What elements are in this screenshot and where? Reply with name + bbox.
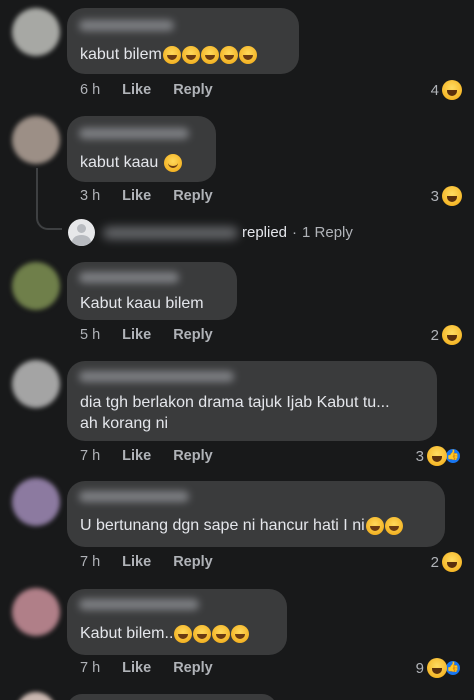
grin-squint-icon	[442, 552, 462, 572]
like-button[interactable]: Like	[122, 82, 151, 98]
commenter-name-blurred[interactable]	[79, 371, 234, 382]
comment-bubble: Kabut bilem..	[67, 589, 287, 655]
reply-button[interactable]: Reply	[173, 327, 213, 343]
comment-bubble: kabut bilem	[67, 8, 299, 74]
reaction-summary[interactable]: 2	[431, 552, 462, 572]
timestamp[interactable]: 5 h	[80, 327, 100, 343]
like-button[interactable]: Like	[122, 327, 151, 343]
reaction-count: 2	[430, 553, 439, 571]
commenter-name-blurred[interactable]	[79, 128, 189, 139]
reply-thread-line	[36, 168, 62, 230]
joy-icon	[238, 45, 257, 64]
replies-link[interactable]: replied · 1 Reply	[68, 219, 353, 246]
smiling-blush-icon	[163, 153, 182, 172]
like-button[interactable]: Like	[122, 660, 151, 676]
commenter-name-blurred[interactable]	[79, 491, 189, 502]
avatar[interactable]	[12, 116, 60, 164]
comment-actions: 5 h Like Reply	[80, 327, 213, 343]
sob-icon	[384, 516, 403, 535]
avatar[interactable]	[12, 478, 60, 526]
commenter-name-blurred[interactable]	[79, 599, 199, 610]
reaction-summary[interactable]: 4	[431, 80, 462, 100]
reply-button[interactable]: Reply	[173, 554, 213, 570]
reply-button[interactable]: Reply	[173, 188, 213, 204]
timestamp[interactable]: 7 h	[80, 448, 100, 464]
comment-text: U bertunang dgn sape ni hancur hati I ni	[80, 514, 404, 538]
comment-bubble: kabut kaau	[67, 116, 216, 182]
comment-bubble	[67, 694, 277, 700]
default-avatar-icon	[68, 219, 95, 246]
timestamp[interactable]: 6 h	[80, 82, 100, 98]
comment-text-content: Kabut bilem..	[80, 625, 174, 642]
like-button[interactable]: Like	[122, 188, 151, 204]
commenter-name-blurred[interactable]	[79, 20, 174, 31]
comment-text-content: kabut kaau	[80, 154, 159, 171]
comment-bubble: Kabut kaau bilem	[67, 262, 237, 320]
grin-squint-icon	[427, 658, 447, 678]
avatar[interactable]	[16, 692, 56, 700]
comment-bubble: dia tgh berlakon drama tajuk Ijab Kabut …	[67, 361, 437, 441]
rofl-icon	[212, 624, 231, 643]
comment-actions: 7 h Like Reply	[80, 660, 213, 676]
comment-actions: 3 h Like Reply	[80, 188, 213, 204]
reaction-count: 3	[415, 447, 424, 465]
reply-count[interactable]: 1 Reply	[302, 224, 353, 241]
avatar[interactable]	[12, 588, 60, 636]
timestamp[interactable]: 7 h	[80, 660, 100, 676]
emoji-group	[163, 153, 183, 172]
comment-actions: 7 h Like Reply	[80, 554, 213, 570]
avatar[interactable]	[12, 360, 60, 408]
reply-button[interactable]: Reply	[173, 660, 213, 676]
like-button[interactable]: Like	[122, 554, 151, 570]
emoji-group	[174, 624, 250, 643]
timestamp[interactable]: 3 h	[80, 188, 100, 204]
reaction-count: 4	[430, 81, 439, 99]
reaction-count: 3	[430, 187, 439, 205]
avatar[interactable]	[12, 262, 60, 310]
commenter-name-blurred[interactable]	[79, 272, 179, 283]
emoji-group	[162, 45, 258, 64]
grin-squint-icon	[442, 325, 462, 345]
comment-actions: 6 h Like Reply	[80, 82, 213, 98]
replier-name-blurred	[103, 226, 238, 239]
joy-icon	[219, 45, 238, 64]
joy-icon	[200, 45, 219, 64]
avatar[interactable]	[12, 8, 60, 56]
comment-text: Kabut bilem..	[80, 622, 250, 646]
reply-button[interactable]: Reply	[173, 82, 213, 98]
timestamp[interactable]: 7 h	[80, 554, 100, 570]
comment-text: Kabut kaau bilem	[80, 295, 204, 312]
reaction-summary[interactable]: 3	[431, 186, 462, 206]
comment-text-line-2: ah korang ni	[80, 415, 169, 432]
reaction-summary[interactable]: 3 👍	[416, 446, 462, 466]
reaction-summary[interactable]: 9 👍	[416, 658, 462, 678]
emoji-group	[365, 516, 404, 535]
reply-button[interactable]: Reply	[173, 448, 213, 464]
reaction-count: 2	[430, 326, 439, 344]
rofl-icon	[231, 624, 250, 643]
grin-squint-icon	[442, 186, 462, 206]
comment-text-content: U bertunang dgn sape ni hancur hati I ni	[80, 517, 365, 534]
comment-bubble: U bertunang dgn sape ni hancur hati I ni	[67, 481, 445, 547]
sob-icon	[365, 516, 384, 535]
comment-text-content: kabut bilem	[80, 46, 162, 63]
reaction-summary[interactable]: 2	[431, 325, 462, 345]
separator-dot: ·	[292, 224, 298, 241]
comment-actions: 7 h Like Reply	[80, 448, 213, 464]
grin-squint-icon	[442, 80, 462, 100]
rofl-icon	[193, 624, 212, 643]
comment-text: kabut bilem	[80, 43, 258, 67]
rofl-icon	[174, 624, 193, 643]
comment-text: kabut kaau	[80, 151, 183, 175]
replied-label: replied	[242, 224, 288, 241]
grin-squint-icon	[427, 446, 447, 466]
grin-squint-icon	[162, 45, 181, 64]
like-button[interactable]: Like	[122, 448, 151, 464]
grin-squint-icon	[181, 45, 200, 64]
comments-panel: kabut bilem 6 h Like Reply 4 kabut kaau …	[0, 0, 474, 700]
reaction-count: 9	[415, 659, 424, 677]
